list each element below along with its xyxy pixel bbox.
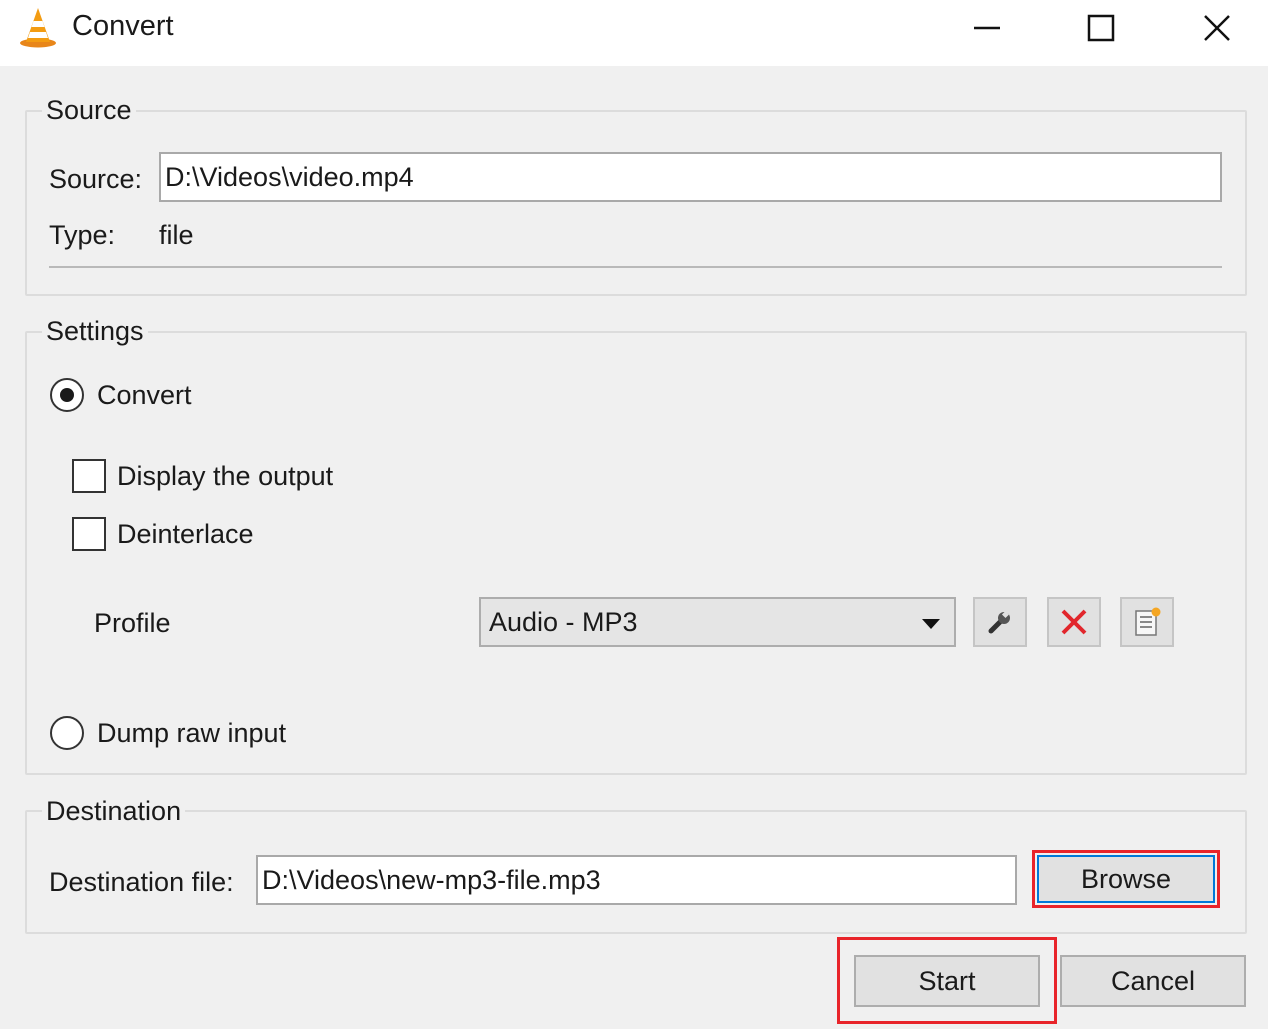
destination-input[interactable]: D:\Videos\new-mp3-file.mp3 [256,855,1017,905]
source-group [25,110,1247,296]
source-separator [49,266,1222,268]
radio-selected-dot [60,388,74,402]
red-x-delete-icon [1061,609,1087,635]
start-button[interactable]: Start [854,955,1040,1007]
chevron-down-icon [922,619,940,629]
delete-profile-button[interactable] [1047,597,1101,647]
new-profile-button[interactable] [1120,597,1174,647]
cancel-button[interactable]: Cancel [1060,955,1246,1007]
close-button[interactable] [1159,0,1268,56]
dump-raw-radio[interactable] [50,716,84,750]
destination-label: Destination file: [49,867,234,897]
window-title: Convert [72,10,174,42]
close-icon [1204,15,1230,41]
profile-selected-value: Audio - MP3 [489,606,638,637]
source-label: Source: [49,164,143,194]
edit-profile-button[interactable] [973,597,1027,647]
maximize-button[interactable] [1043,0,1159,56]
convert-label[interactable]: Convert [97,380,192,411]
vlc-cone-icon [18,6,58,48]
minimize-button[interactable] [929,0,1045,56]
type-value: file [159,220,194,250]
title-bar: Convert [0,0,1268,66]
dump-raw-label[interactable]: Dump raw input [97,718,286,749]
source-legend: Source [42,95,136,126]
profile-label: Profile [94,608,171,638]
browse-button[interactable]: Browse [1037,855,1215,903]
settings-group [25,331,1247,775]
deinterlace-checkbox[interactable] [72,517,106,551]
destination-legend: Destination [42,796,186,827]
display-output-checkbox[interactable] [72,459,106,493]
convert-radio[interactable] [50,378,84,412]
maximize-icon [1087,14,1115,42]
settings-legend: Settings [42,316,148,347]
deinterlace-label[interactable]: Deinterlace [117,519,254,550]
wrench-icon [988,610,1010,634]
type-label: Type: [49,220,116,250]
profile-dropdown[interactable]: Audio - MP3 [479,597,956,647]
minimize-icon [974,26,1000,30]
new-profile-icon [1135,607,1161,636]
display-output-label[interactable]: Display the output [117,461,333,492]
source-input[interactable]: D:\Videos\video.mp4 [159,152,1222,202]
